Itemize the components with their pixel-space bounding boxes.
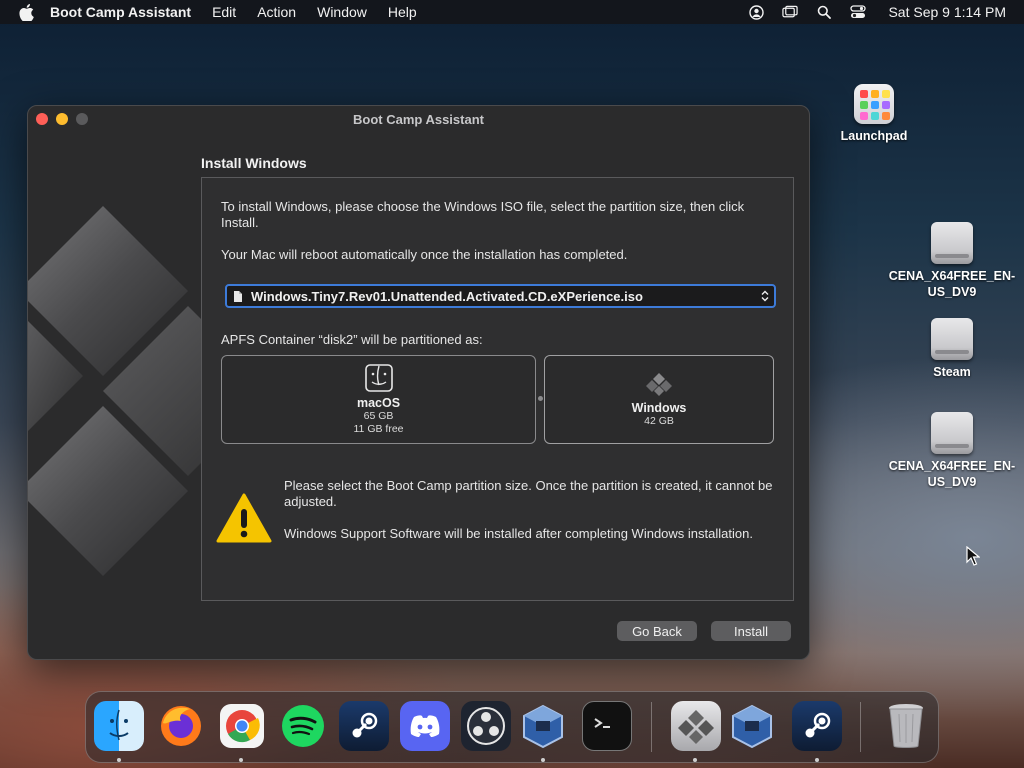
desktop-icon-label: CENA_X64FREE_EN-US_DV9	[888, 459, 1016, 489]
running-indicator	[117, 758, 121, 762]
dock-separator	[860, 702, 861, 752]
windows-partition[interactable]: Windows 42 GB	[544, 355, 774, 444]
obs-icon[interactable]	[461, 701, 511, 751]
zoom-window-button[interactable]	[76, 113, 88, 125]
section-heading: Install Windows	[201, 155, 307, 171]
discord-icon[interactable]	[400, 701, 450, 751]
macos-partition-size: 65 GB	[363, 410, 394, 422]
macos-partition-name: macOS	[356, 396, 401, 410]
window-title: Boot Camp Assistant	[353, 112, 484, 127]
disk-image-icon	[931, 222, 973, 264]
menu-action[interactable]: Action	[257, 4, 296, 20]
steam-icon[interactable]	[339, 701, 389, 751]
apple-menu-icon[interactable]	[16, 2, 36, 22]
running-indicator	[693, 758, 697, 762]
desktop-icon-cena-2[interactable]: CENA_X64FREE_EN-US_DV9	[882, 412, 1022, 490]
finder-icon[interactable]	[94, 701, 144, 751]
user-account-icon[interactable]	[748, 4, 764, 20]
menu-edit[interactable]: Edit	[212, 4, 236, 20]
macos-partition[interactable]: macOS 65 GB 11 GB free	[221, 355, 536, 444]
windows-bootcamp-icon	[646, 372, 672, 396]
desktop-icon-label: Launchpad	[840, 129, 908, 143]
reboot-note: Your Mac will reboot automatically once …	[221, 247, 628, 262]
desktop-icon-label: CENA_X64FREE_EN-US_DV9	[888, 269, 1016, 299]
minimize-window-button[interactable]	[56, 113, 68, 125]
intro-text: To install Windows, please choose the Wi…	[221, 199, 745, 230]
window-controls	[36, 113, 88, 125]
status-area: Sat Sep 9 1:14 PM	[748, 0, 1006, 24]
warning-text-support-software: Windows Support Software will be install…	[284, 526, 753, 541]
dock	[85, 691, 939, 763]
go-back-button[interactable]: Go Back	[617, 621, 697, 641]
running-indicator	[239, 758, 243, 762]
document-icon	[234, 290, 242, 302]
partition-resize-handle[interactable]	[538, 396, 543, 401]
warning-text-partition: Please select the Boot Camp partition si…	[284, 478, 773, 509]
boot-camp-assistant-icon[interactable]	[671, 701, 721, 751]
boot-camp-window: Boot Camp Assistant Install Windows To i…	[27, 105, 810, 660]
warning-icon	[216, 493, 272, 543]
disk-image-icon	[931, 318, 973, 360]
trash-icon[interactable]	[881, 701, 931, 751]
macos-drive-icon	[364, 364, 393, 392]
menu-app-name[interactable]: Boot Camp Assistant	[50, 4, 191, 20]
windows-partition-name: Windows	[631, 400, 687, 415]
desktop-icon-steam[interactable]: Steam	[882, 318, 1022, 380]
close-window-button[interactable]	[36, 113, 48, 125]
desktop-icon-cena-1[interactable]: CENA_X64FREE_EN-US_DV9	[882, 222, 1022, 300]
desktop-icon-label: Steam	[933, 365, 971, 379]
spotify-icon[interactable]	[278, 701, 328, 751]
window-titlebar[interactable]: Boot Camp Assistant	[28, 106, 809, 133]
disk-image-icon	[931, 412, 973, 454]
launchpad-icon	[854, 84, 894, 124]
steam-icon[interactable]	[792, 701, 842, 751]
running-indicator	[541, 758, 545, 762]
running-indicator	[815, 758, 819, 762]
virtualbox-icon[interactable]	[518, 701, 568, 751]
windows-partition-size: 42 GB	[644, 414, 674, 427]
iso-file-name: Windows.Tiny7.Rev01.Unattended.Activated…	[251, 288, 643, 304]
virtualbox-icon[interactable]	[727, 701, 777, 751]
firefox-icon[interactable]	[156, 701, 206, 751]
menu-bar: Boot Camp Assistant Edit Action Window H…	[0, 0, 1024, 24]
desktop-icon-launchpad[interactable]: Launchpad	[804, 84, 944, 144]
iso-file-select[interactable]: Windows.Tiny7.Rev01.Unattended.Activated…	[225, 284, 776, 308]
menu-window[interactable]: Window	[317, 4, 367, 20]
spotlight-search-icon[interactable]	[816, 4, 832, 20]
screen-mirroring-icon[interactable]	[782, 4, 799, 20]
control-center-icon[interactable]	[850, 4, 867, 20]
menu-help[interactable]: Help	[388, 4, 417, 20]
install-panel: To install Windows, please choose the Wi…	[201, 177, 794, 601]
partition-heading: APFS Container “disk2” will be partition…	[221, 332, 483, 347]
terminal-icon[interactable]	[582, 701, 632, 751]
menu-clock[interactable]: Sat Sep 9 1:14 PM	[888, 4, 1006, 20]
macos-partition-free: 11 GB free	[353, 423, 404, 435]
dock-separator	[651, 702, 652, 752]
chevron-up-down-icon	[761, 290, 769, 302]
install-button[interactable]: Install	[711, 621, 791, 641]
mouse-cursor-icon	[966, 546, 980, 566]
chrome-icon[interactable]	[217, 701, 267, 751]
